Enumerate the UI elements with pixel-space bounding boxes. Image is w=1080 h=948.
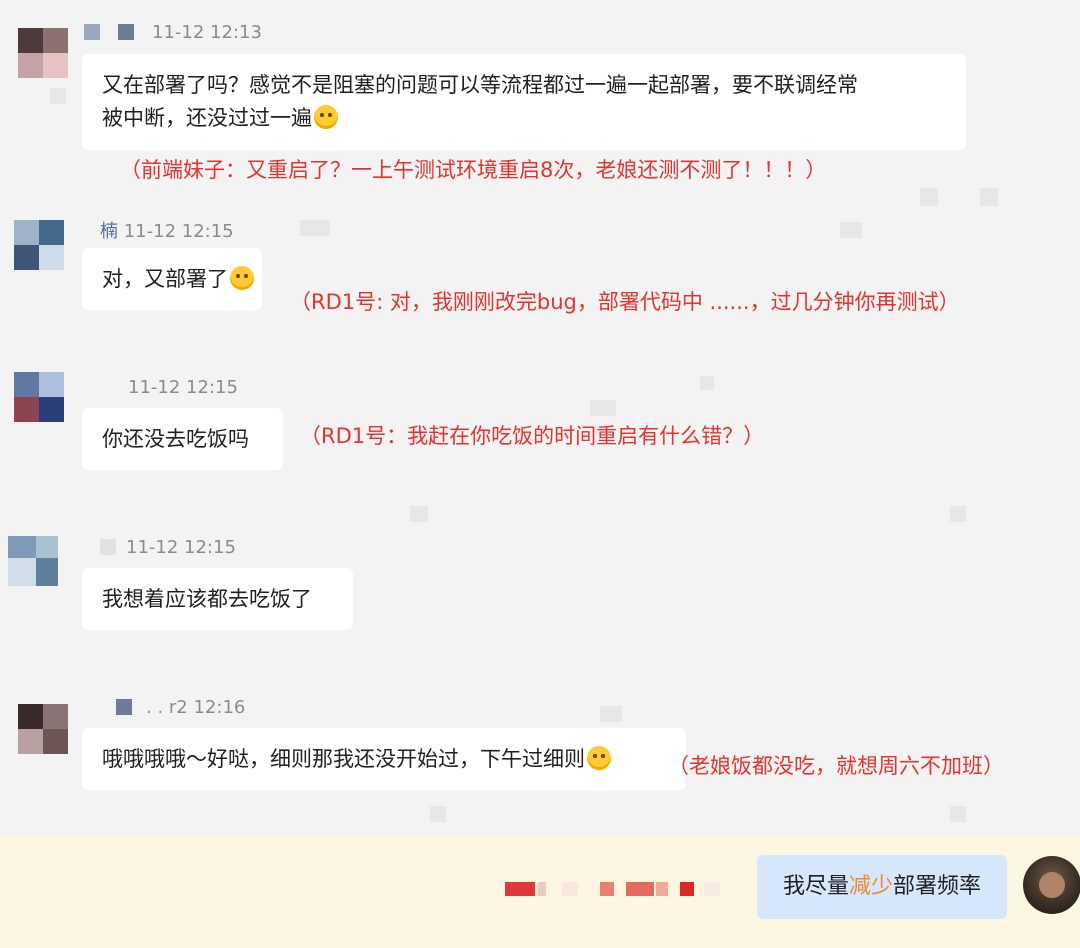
message-bubble[interactable]: 对，又部署了 xyxy=(82,248,262,310)
redacted-name-block xyxy=(118,24,134,40)
message-time: 12:16 xyxy=(193,697,246,718)
message-meta: 11-12 12:15 xyxy=(100,537,236,558)
blur-mosaic xyxy=(430,806,446,822)
message-meta: 楠 11-12 12:15 xyxy=(100,217,234,243)
redacted-name-block xyxy=(100,539,116,555)
message-text: 又在部署了吗？感觉不是阻塞的问题可以等流程都过一遍一起部署，要不联调经常 xyxy=(102,73,858,97)
my-avatar[interactable] xyxy=(1023,856,1080,914)
blur-mosaic xyxy=(980,188,998,206)
message-text: 你还没去吃饭吗 xyxy=(102,427,249,451)
message-meta: 11-12 12:15 xyxy=(128,377,238,398)
sender-name: . . r2 xyxy=(146,697,188,718)
my-message-text: 部署频率 xyxy=(893,874,982,899)
my-message-text: 我尽量 xyxy=(782,874,849,899)
tears-of-joy-emoji-icon xyxy=(230,266,254,290)
grin-emoji-icon xyxy=(587,746,611,770)
message-time: 11-12 12:15 xyxy=(126,537,236,558)
message-time: 11-12 12:15 xyxy=(128,377,238,398)
blur-mosaic xyxy=(300,220,330,236)
sender-name: 楠 xyxy=(100,221,118,242)
my-message-highlight: 减少 xyxy=(848,874,893,899)
blur-mosaic xyxy=(840,222,862,238)
blur-mosaic xyxy=(600,706,622,722)
avatar[interactable] xyxy=(18,28,68,78)
message-bubble[interactable]: 又在部署了吗？感觉不是阻塞的问题可以等流程都过一遍一起部署，要不联调经常 被中断… xyxy=(82,54,966,150)
blur-mosaic xyxy=(410,506,428,522)
message-bubble[interactable]: 哦哦哦哦～好哒，细则那我还没开始过，下午过细则 xyxy=(82,728,686,790)
avatar[interactable] xyxy=(18,704,68,754)
sweat-emoji-icon xyxy=(314,105,338,129)
blur-mosaic xyxy=(50,88,66,104)
redacted-name-block xyxy=(116,699,132,715)
message-bubble[interactable]: 你还没去吃饭吗 xyxy=(82,408,283,470)
message-text: 哦哦哦哦～好哒，细则那我还没开始过，下午过细则 xyxy=(102,747,585,771)
avatar[interactable] xyxy=(14,372,64,422)
message-text: 对，又部署了 xyxy=(102,267,228,291)
message-text: 我想着应该都去吃饭了 xyxy=(102,587,312,611)
message-meta: 11-12 12:13 xyxy=(84,22,262,43)
annotation-text: （RD1号：我赶在你吃饭的时间重启有什么错？） xyxy=(300,424,765,448)
message-bubble[interactable]: 我想着应该都去吃饭了 xyxy=(82,568,353,630)
blur-mosaic xyxy=(590,400,616,416)
blur-mosaic xyxy=(700,376,714,390)
blur-mosaic xyxy=(920,188,938,206)
message-time: 11-12 12:15 xyxy=(123,221,234,242)
my-message-bubble[interactable]: 我尽量减少部署频率 xyxy=(757,855,1007,919)
blur-mosaic xyxy=(950,506,966,522)
blur-mosaic xyxy=(950,806,966,822)
message-text: 被中断，还没过过一遍 xyxy=(102,106,312,130)
message-time: 11-12 12:13 xyxy=(152,22,262,43)
avatar[interactable] xyxy=(8,536,58,586)
message-meta: . . r2 12:16 xyxy=(116,697,245,718)
avatar[interactable] xyxy=(14,220,64,270)
redacted-name-block xyxy=(84,24,100,40)
annotation-text: （前端妹子：又重启了？一上午测试环境重启8次，老娘还测不测了！！！） xyxy=(120,158,827,182)
annotation-text: （RD1号: 对，我刚刚改完bug，部署代码中 ......，过几分钟你再测试） xyxy=(290,290,960,314)
annotation-text: （老娘饭都没吃，就想周六不加班） xyxy=(668,754,1004,778)
